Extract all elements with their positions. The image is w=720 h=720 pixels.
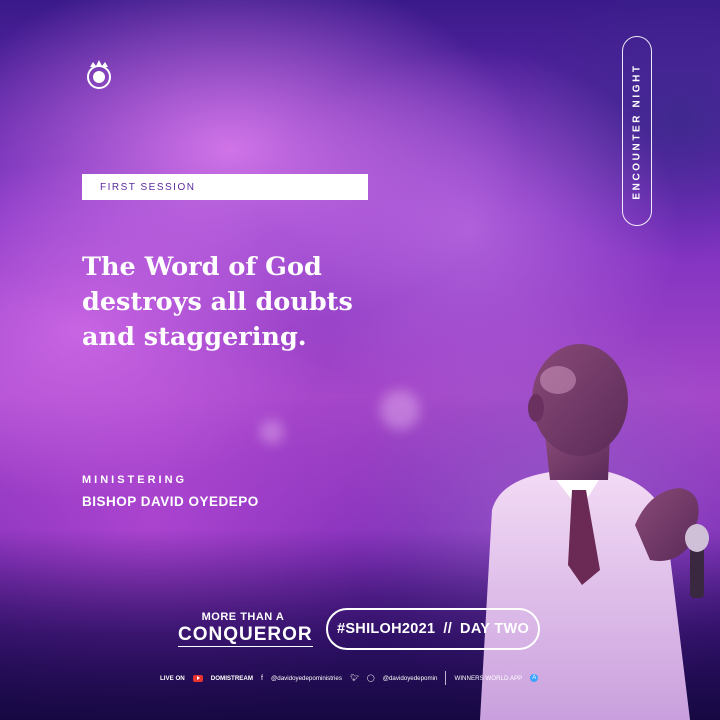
- day-text: DAY TWO: [460, 621, 530, 637]
- minister-name: BISHOP DAVID OYEDEPO: [82, 494, 259, 509]
- minister-block: MINISTERING BISHOP DAVID OYEDEPO: [82, 474, 259, 509]
- encounter-label: ENCOUNTER NIGHT: [631, 62, 643, 200]
- youtube-icon: [192, 674, 203, 682]
- twitter-icon: 🐦︎: [349, 675, 359, 682]
- hashtag-text: #SHILOH2021: [336, 621, 436, 637]
- quote-text: The Word of God destroys all doubts and …: [82, 250, 402, 355]
- facebook-handle: @davidoyedepoministries: [271, 674, 342, 682]
- theme-logo: MORE THAN A CONQUEROR: [178, 611, 313, 647]
- bokeh-light: [260, 420, 284, 444]
- theme-small-text: MORE THAN A: [201, 611, 285, 623]
- domistream-label: DOMISTREAM: [210, 674, 254, 682]
- live-on-label: LIVE ON: [160, 674, 185, 682]
- quote-line-2: destroys all doubts: [82, 287, 353, 317]
- theme-big-text: CONQUEROR: [178, 624, 313, 647]
- encounter-night-pill: ENCOUNTER NIGHT: [622, 36, 652, 226]
- quote-line-3: and staggering.: [82, 322, 307, 352]
- instagram-icon: ◯: [366, 675, 375, 682]
- session-banner: FIRST SESSION: [82, 174, 368, 200]
- app-store-icon: A: [530, 674, 539, 682]
- bokeh-light: [380, 390, 420, 430]
- hashtag-divider: //: [443, 621, 453, 637]
- app-label: WINNERS WORLD APP: [454, 674, 523, 682]
- ministering-label: MINISTERING: [82, 474, 188, 486]
- footer-socials: LIVE ON DOMISTREAM f @davidoyedepominist…: [160, 670, 580, 686]
- session-label: FIRST SESSION: [100, 181, 196, 193]
- twitter-instagram-handle: @davidoyedepomin: [382, 674, 438, 682]
- quote-line-1: The Word of God: [82, 252, 322, 282]
- poster: FIRST SESSION ENCOUNTER NIGHT The Word o…: [0, 0, 720, 720]
- facebook-icon: f: [261, 674, 263, 682]
- crown-logo-icon: [87, 60, 111, 89]
- hashtag-pill: #SHILOH2021 // DAY TWO: [326, 608, 540, 650]
- footer-divider: [445, 671, 447, 685]
- minister-photo: [480, 344, 709, 720]
